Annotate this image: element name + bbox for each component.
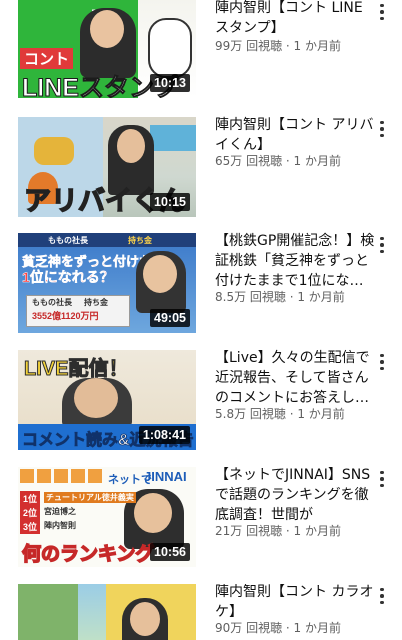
meta-separator: · <box>282 39 294 53</box>
more-vert-icon[interactable] <box>372 235 392 255</box>
thumb-caption: 3552億1120万円 <box>32 311 99 321</box>
meta-separator: · <box>282 524 294 538</box>
meta-separator: · <box>285 290 298 304</box>
meta-separator: · <box>282 621 294 635</box>
duration-badge: 49:05 <box>150 309 190 327</box>
rank-badge: 3位 <box>20 519 41 534</box>
video-title[interactable]: 【Live】久々の生配信で近況報告、そして皆さんのコメントにお答えします <box>215 348 375 408</box>
video-item[interactable]: LI コント LINEスタンプ 10:13 陣内智則【コント LINEスタンプ】… <box>0 0 402 100</box>
rank-badge: 2位 <box>20 505 41 520</box>
more-vert-icon[interactable] <box>372 586 392 606</box>
view-count: 5.8万 回視聴 <box>215 407 286 421</box>
upload-age: 1 か月前 <box>297 290 345 304</box>
video-title[interactable]: 陣内智則【コント アリバイくん】 <box>215 115 375 155</box>
video-title[interactable]: 【桃鉄GP開催記念！】検証桃鉄「貧乏神をずっと付けたままで1位になれる？」 <box>215 231 375 291</box>
view-count: 99万 回視聴 <box>215 39 283 53</box>
video-thumbnail[interactable] <box>18 584 196 640</box>
rank-badge: 1位 <box>20 491 41 506</box>
video-title[interactable]: 【ネットでJINNAI】SNSで話題のランキングを徹底調査！世間が <box>215 465 375 525</box>
video-meta: 21万 回視聴 · 1 か月前 <box>215 523 385 539</box>
view-count: 8.5万 回視聴 <box>215 290 286 304</box>
video-meta: 99万 回視聴 · 1 か月前 <box>215 38 385 54</box>
upload-age: 1 か月前 <box>293 524 341 538</box>
upload-age: 1 か月前 <box>293 154 341 168</box>
view-count: 90万 回視聴 <box>215 621 283 635</box>
thumb-caption: 何のランキング <box>21 543 155 566</box>
video-title[interactable]: 陣内智則【コント カラオケ】 <box>215 584 375 622</box>
thumb-caption: チュートリアル徳井義実 <box>44 492 136 503</box>
more-vert-icon[interactable] <box>372 469 392 489</box>
meta-separator: · <box>282 154 294 168</box>
video-meta: 8.5万 回視聴 · 1 か月前 <box>215 289 385 305</box>
thumb-caption: コント <box>20 48 74 69</box>
more-vert-icon[interactable] <box>372 2 392 22</box>
duration-badge: 10:56 <box>150 543 190 561</box>
view-count: 65万 回視聴 <box>215 154 283 168</box>
thumb-caption: 宮迫博之 <box>44 507 76 516</box>
thumb-caption: 1位になれる？ <box>22 269 114 286</box>
thumb-caption: 持ち金 <box>84 298 108 307</box>
video-thumbnail[interactable]: アリバイくん 10:15 <box>18 117 196 217</box>
thumb-caption: 陣内智則 <box>44 521 76 530</box>
meta-separator: · <box>285 407 298 421</box>
video-item[interactable]: ネットで JINNAI 1位 チュートリアル徳井義実 2位 宮迫博之 3位 陣内… <box>0 467 402 567</box>
duration-badge: 10:13 <box>150 74 190 92</box>
more-vert-icon[interactable] <box>372 352 392 372</box>
upload-age: 1 か月前 <box>297 407 345 421</box>
duration-badge: 10:15 <box>150 193 190 211</box>
video-thumbnail[interactable]: ネットで JINNAI 1位 チュートリアル徳井義実 2位 宮迫博之 3位 陣内… <box>18 467 196 567</box>
video-item[interactable]: アリバイくん 10:15 陣内智則【コント アリバイくん】 65万 回視聴 · … <box>0 117 402 217</box>
more-vert-icon[interactable] <box>372 119 392 139</box>
video-meta: 65万 回視聴 · 1 か月前 <box>215 153 385 169</box>
upload-age: 1 か月前 <box>293 39 341 53</box>
video-thumbnail[interactable]: LI コント LINEスタンプ 10:13 <box>18 0 196 98</box>
video-item[interactable]: 陣内智則【コント カラオケ】 90万 回視聴 · 1 か月前 <box>0 584 402 640</box>
duration-badge: 1:08:41 <box>138 426 190 444</box>
video-meta: 90万 回視聴 · 1 か月前 <box>215 620 385 636</box>
thumb-caption: ももの社長 <box>48 236 88 245</box>
video-meta: 5.8万 回視聴 · 1 か月前 <box>215 406 385 422</box>
thumb-caption: LIVE配信！ <box>23 358 129 381</box>
view-count: 21万 回視聴 <box>215 524 283 538</box>
video-thumbnail[interactable]: ももの社長 持ち金 貧乏神をずっと付けたまま 1位になれる？ ももの社長 持ち金… <box>18 233 196 333</box>
video-item[interactable]: LIVE配信！ コメント読み&近況報告 1:08:41 【Live】久々の生配信… <box>0 350 402 450</box>
upload-age: 1 か月前 <box>293 621 341 635</box>
thumb-caption: JINNAI <box>144 469 187 484</box>
video-thumbnail[interactable]: LIVE配信！ コメント読み&近況報告 1:08:41 <box>18 350 196 450</box>
thumb-caption: 持ち金 <box>128 236 152 245</box>
thumb-caption: ももの社長 <box>32 298 72 307</box>
video-title[interactable]: 陣内智則【コント LINEスタンプ】 <box>215 0 375 38</box>
video-item[interactable]: ももの社長 持ち金 貧乏神をずっと付けたまま 1位になれる？ ももの社長 持ち金… <box>0 233 402 333</box>
